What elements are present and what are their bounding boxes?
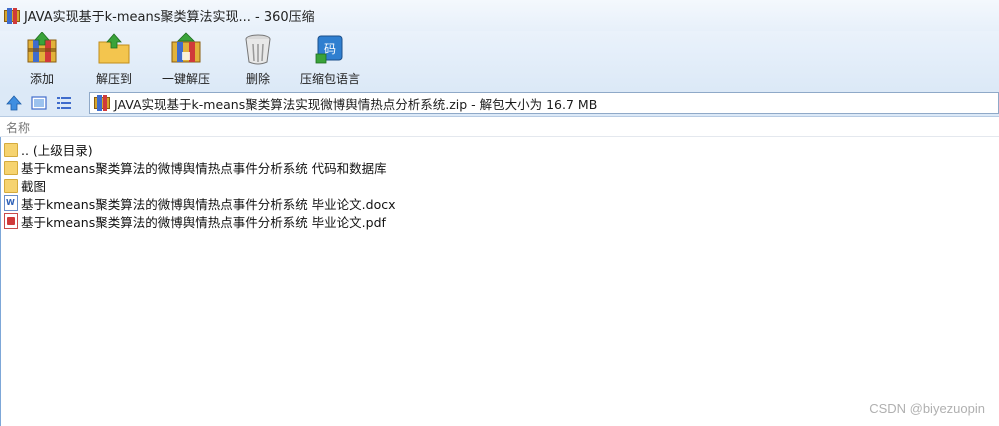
add-button-label: 添加 [29, 72, 54, 86]
view-thumbnail-button[interactable] [28, 93, 50, 113]
one-click-extract-button-label: 一键解压 [161, 72, 210, 86]
address-bar: JAVA实现基于k-means聚类算法实现微博舆情热点分析系统.zip - 解包… [0, 89, 999, 117]
file-list: .. (上级目录) 基于kmeans聚类算法的微博舆情热点事件分析系统 代码和数… [0, 140, 999, 230]
add-button[interactable]: 添加 [6, 31, 78, 89]
view-list-button[interactable] [53, 93, 75, 113]
folder-icon [4, 178, 18, 193]
delete-button-label: 删除 [245, 72, 270, 86]
list-item-label: 基于kmeans聚类算法的微博舆情热点事件分析系统 毕业论文.pdf [21, 214, 386, 230]
extract-to-icon [98, 33, 130, 64]
list-item-label: 截图 [21, 178, 47, 194]
list-item[interactable]: 基于kmeans聚类算法的微博舆情热点事件分析系统 毕业论文.pdf [0, 212, 999, 230]
title-bar: JAVA实现基于k-means聚类算法实现... - 360压缩 [0, 0, 999, 31]
list-item[interactable]: 基于kmeans聚类算法的微博舆情热点事件分析系统 代码和数据库 [0, 158, 999, 176]
zip-file-icon [94, 95, 110, 111]
archive-path-field[interactable]: JAVA实现基于k-means聚类算法实现微博舆情热点分析系统.zip - 解包… [89, 92, 999, 114]
list-item-parent-directory[interactable]: .. (上级目录) [0, 140, 999, 158]
one-click-extract-icon [171, 32, 201, 63]
app-logo-icon [4, 7, 20, 24]
list-view-icon [57, 96, 71, 109]
folder-icon [4, 142, 18, 157]
list-item[interactable]: 截图 [0, 176, 999, 194]
word-document-icon [4, 195, 18, 211]
list-item[interactable]: 基于kmeans聚类算法的微博舆情热点事件分析系统 毕业论文.docx [0, 194, 999, 212]
folder-icon [4, 160, 18, 175]
add-archive-icon [27, 32, 57, 63]
extract-to-button[interactable]: 解压到 [78, 31, 150, 89]
list-item-label: 基于kmeans聚类算法的微博舆情热点事件分析系统 代码和数据库 [21, 160, 387, 176]
window-title: JAVA实现基于k-means聚类算法实现... - 360压缩 [24, 10, 315, 25]
toolbar: 添加 解压到 一键解压 删除 码 压缩包语言 [0, 31, 999, 89]
archive-language-icon: 码 [315, 35, 343, 64]
one-click-extract-button[interactable]: 一键解压 [150, 31, 222, 89]
archive-language-button-label: 压缩包语言 [299, 72, 360, 86]
delete-button[interactable]: 删除 [222, 31, 294, 89]
column-header-name[interactable]: 名称 [0, 118, 999, 137]
list-item-label: 基于kmeans聚类算法的微博舆情热点事件分析系统 毕业论文.docx [21, 196, 396, 212]
archive-path-text: JAVA实现基于k-means聚类算法实现微博舆情热点分析系统.zip - 解包… [114, 96, 598, 112]
archive-language-button[interactable]: 码 压缩包语言 [294, 31, 366, 89]
list-item-label: .. (上级目录) [21, 142, 93, 158]
delete-trash-icon [245, 34, 271, 65]
column-header-name-label: 名称 [6, 120, 31, 135]
extract-to-button-label: 解压到 [95, 72, 132, 86]
pdf-document-icon [4, 213, 18, 229]
up-level-button[interactable] [3, 93, 25, 113]
up-arrow-icon [6, 94, 22, 110]
watermark: CSDN @biyezuopin [869, 401, 985, 416]
thumbnail-view-icon [31, 95, 47, 110]
